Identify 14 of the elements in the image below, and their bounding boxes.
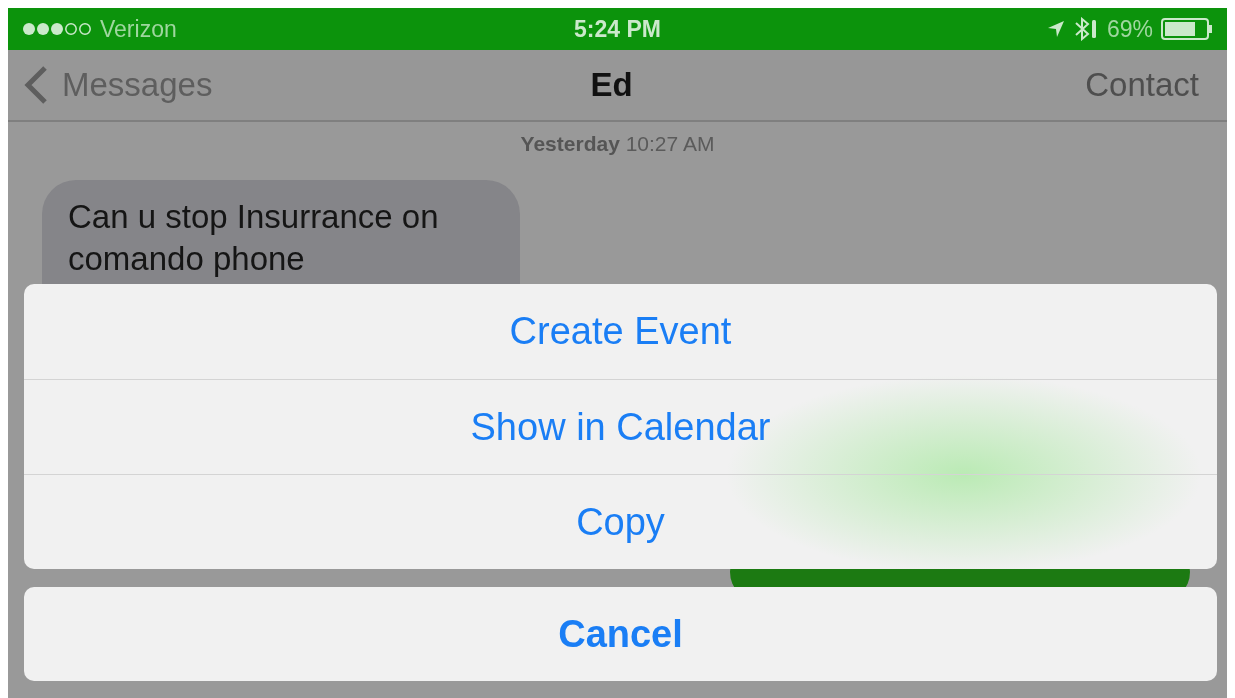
carrier-name: Verizon	[100, 15, 177, 43]
action-sheet-option[interactable]: Copy	[24, 474, 1217, 569]
status-time: 5:24 PM	[574, 15, 661, 43]
contact-button[interactable]: Contact	[1085, 66, 1199, 104]
conversation-title: Ed	[590, 66, 633, 104]
battery-icon	[1161, 18, 1213, 40]
action-sheet-option[interactable]: Show in Calendar	[24, 379, 1217, 474]
back-chevron-icon	[24, 65, 48, 105]
cancel-button[interactable]: Cancel	[24, 587, 1217, 681]
signal-strength-icon	[22, 22, 92, 36]
back-button[interactable]: Messages	[24, 65, 213, 105]
message-timestamp: Yesterday 10:27 AM	[519, 132, 716, 156]
location-arrow-icon	[1046, 20, 1065, 38]
battery-percentage: 69%	[1106, 15, 1153, 43]
